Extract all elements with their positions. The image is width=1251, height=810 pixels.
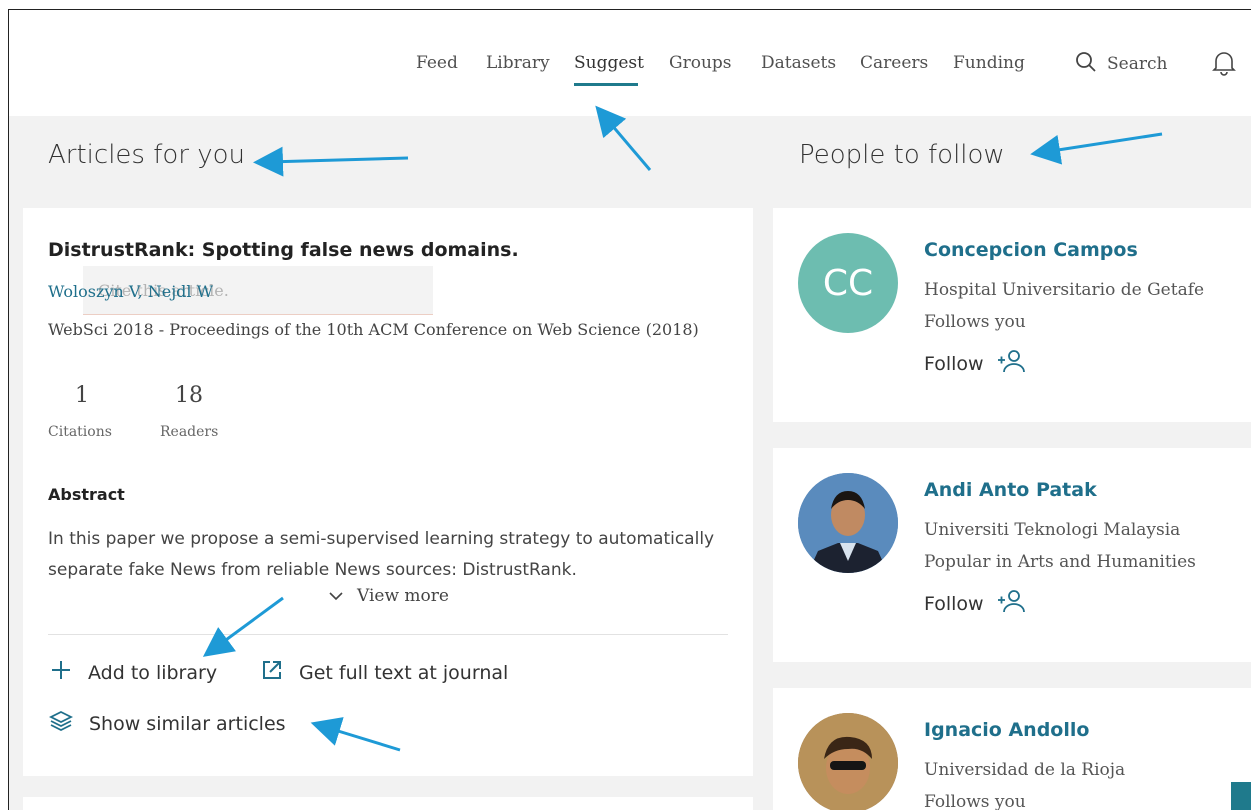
external-link-icon [261,659,283,686]
show-similar-button[interactable]: Show similar articles [48,709,286,738]
person-name[interactable]: Andi Anto Patak [924,479,1097,501]
nav-groups[interactable]: Groups [669,53,732,73]
citations-label: Citations [48,424,112,440]
article-venue: WebSci 2018 - Proceedings of the 10th AC… [48,320,699,339]
citations-count: 1 [75,383,89,408]
article-card: DistrustRank: Spotting false news domain… [23,208,753,776]
nav-datasets[interactable]: Datasets [761,53,836,73]
person-card: CC Concepcion Campos Hospital Universita… [773,208,1251,422]
follow-label: Follow [924,352,984,375]
avatar[interactable] [798,473,898,573]
person-card: Ignacio Andollo Universidad de la Rioja … [773,688,1251,810]
search-label: Search [1107,54,1168,74]
person-note: Follows you [924,792,1026,810]
next-article-card [23,797,753,810]
add-to-library-label: Add to library [88,661,218,684]
layers-icon [48,709,74,738]
show-similar-label: Show similar articles [89,712,286,735]
nav-funding[interactable]: Funding [953,53,1025,73]
person-note: Follows you [924,312,1026,332]
search-button[interactable]: Search [1075,50,1167,78]
person-affiliation: Hospital Universitario de Getafe [924,280,1205,300]
person-affiliation: Universiti Teknologi Malaysia [924,520,1181,540]
follow-button[interactable]: Follow [924,348,1026,379]
avatar[interactable]: CC [798,233,898,333]
person-note: Popular in Arts and Humanities [924,552,1196,572]
full-text-button[interactable]: Get full text at journal [261,659,508,686]
nav-active-underline [574,83,638,86]
nav-careers[interactable]: Careers [860,53,928,73]
person-affiliation: Universidad de la Rioja [924,760,1126,780]
view-more-label: View more [357,586,449,606]
person-name[interactable]: Concepcion Campos [924,239,1138,261]
person-card: Andi Anto Patak Universiti Teknologi Mal… [773,448,1251,662]
readers-count: 18 [175,383,203,408]
nav-library[interactable]: Library [486,53,550,73]
plus-icon [50,659,72,686]
readers-label: Readers [160,424,219,440]
abstract-heading: Abstract [48,485,125,504]
person-name[interactable]: Ignacio Andollo [924,719,1089,741]
search-icon [1075,51,1097,77]
people-section-title: People to follow [799,140,1005,170]
avatar[interactable] [798,713,898,810]
add-person-icon [996,348,1026,379]
add-person-icon [996,588,1026,619]
full-text-label: Get full text at journal [299,661,509,684]
view-more-button[interactable]: View more [329,586,449,606]
chevron-down-icon [329,586,343,606]
abstract-text: In this paper we propose a semi-supervis… [48,529,715,579]
articles-section-title: Articles for you [48,140,246,170]
top-navigation: Feed Library Suggest Groups Datasets Car… [9,10,1251,116]
nav-suggest[interactable]: Suggest [574,53,644,73]
notifications-bell-icon[interactable] [1212,50,1236,80]
feedback-tab[interactable] [1231,782,1251,810]
follow-button[interactable]: Follow [924,588,1026,619]
nav-feed[interactable]: Feed [416,53,458,73]
app-frame: Feed Library Suggest Groups Datasets Car… [8,9,1251,810]
article-title[interactable]: DistrustRank: Spotting false news domain… [48,239,519,261]
card-divider [48,634,728,635]
article-authors[interactable]: Woloszyn V, Nejdl W [48,282,213,301]
add-to-library-button[interactable]: Add to library [50,659,217,686]
follow-label: Follow [924,592,984,615]
